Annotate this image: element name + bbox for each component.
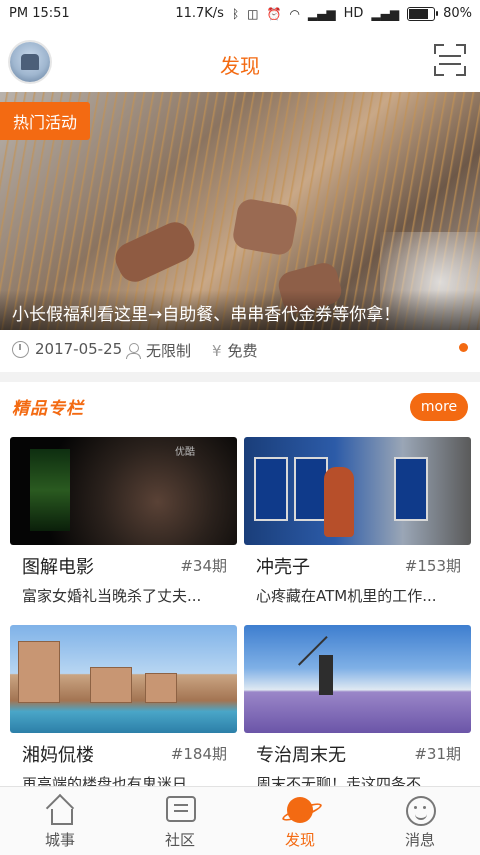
banner-caption-text: 小长假福利看这里→自助餐、串串香代金券等你拿！ <box>12 305 401 325</box>
card-title: 冲壳子 <box>256 557 310 578</box>
scan-corner <box>456 44 466 54</box>
smile-icon-part <box>414 806 417 809</box>
card-image-detail <box>90 667 132 703</box>
card-issue: #153期 <box>404 557 461 575</box>
signal-icon-2: ▂▄▆ <box>371 6 400 21</box>
column-card[interactable]: 专治周末无 #31期 周末不无聊！走这四条不... <box>244 625 471 795</box>
tab-city[interactable]: 城事 <box>0 787 120 855</box>
card-image-detail <box>394 457 428 521</box>
card-title: 湘妈侃楼 <box>22 745 94 766</box>
signal-icon: ▂▄▆ <box>307 6 336 21</box>
wifi-icon: ◠ <box>289 6 300 21</box>
tab-discover[interactable]: 发现 <box>240 787 360 855</box>
smile-icon-part <box>415 812 427 820</box>
tab-community[interactable]: 社区 <box>120 787 240 855</box>
person-icon <box>126 342 141 359</box>
banner-image-detail <box>231 197 299 257</box>
tab-label: 城事 <box>44 831 75 849</box>
scan-corner <box>434 66 444 76</box>
page-title: 发现 <box>220 54 260 78</box>
card-image-detail <box>324 467 354 537</box>
activity-price: ¥ 免费 <box>212 340 258 361</box>
column-card[interactable]: 湘妈侃楼 #184期 再高端的楼盘也有鬼迷日... <box>10 625 237 795</box>
card-description: 富家女婚礼当晚杀了丈夫... <box>22 587 202 605</box>
yen-icon: ¥ <box>212 341 222 360</box>
vibrate-icon: ◫ <box>247 6 259 21</box>
status-icons: 11.7K/s ᛒ ◫ ⏰ ◠ ▂▄▆ HD ▂▄▆ 80% <box>175 6 472 21</box>
card-issue: #31期 <box>414 745 461 763</box>
chat-icon-part <box>174 804 188 806</box>
planet-icon <box>287 797 313 823</box>
status-time: PM 15:51 <box>9 6 70 21</box>
activity-date-text: 2017-05-25 <box>35 340 123 358</box>
card-image <box>244 437 471 545</box>
scan-icon[interactable] <box>434 44 466 76</box>
card-issue: #184期 <box>170 745 227 763</box>
column-card[interactable]: 冲壳子 #153期 心疼藏在ATM机里的工作... <box>244 437 471 607</box>
alarm-icon: ⏰ <box>266 6 282 21</box>
card-description: 心疼藏在ATM机里的工作... <box>256 587 437 605</box>
watermark: 优酷 <box>175 447 195 458</box>
tab-label: 消息 <box>404 831 435 849</box>
scan-corner <box>434 44 444 54</box>
card-title: 图解电影 <box>22 557 94 578</box>
banner-caption[interactable]: 小长假福利看这里→自助餐、串串香代金券等你拿！ <box>0 290 480 330</box>
scan-corner <box>456 66 466 76</box>
card-image-detail <box>298 636 356 694</box>
card-issue: #34期 <box>180 557 227 575</box>
carousel-indicator <box>459 343 468 352</box>
network-type: HD <box>343 6 364 21</box>
section-divider <box>0 372 480 382</box>
battery-icon <box>407 6 439 21</box>
card-image: 优酷 <box>10 437 237 545</box>
tab-label: 社区 <box>164 831 195 849</box>
network-speed: 11.7K/s <box>175 6 224 21</box>
card-image-detail <box>30 449 70 531</box>
column-card[interactable]: 优酷 图解电影 #34期 富家女婚礼当晚杀了丈夫... <box>10 437 237 607</box>
tab-messages[interactable]: 消息 <box>360 787 480 855</box>
scan-line <box>439 55 461 57</box>
card-image-detail <box>294 457 328 521</box>
activity-date: 2017-05-25 <box>12 340 122 358</box>
bottom-nav: 城事 社区 发现 消息 <box>0 786 480 855</box>
card-image-detail <box>18 641 60 703</box>
card-image-detail <box>254 457 288 521</box>
battery-fill <box>409 8 429 19</box>
card-image <box>244 625 471 733</box>
card-image <box>10 625 237 733</box>
activity-limit-text: 无限制 <box>146 342 192 360</box>
card-title: 专治周末无 <box>256 745 346 766</box>
more-button[interactable]: more <box>410 393 468 421</box>
chat-icon-part <box>174 810 188 812</box>
clock-icon <box>12 340 29 358</box>
tab-label: 发现 <box>284 831 315 849</box>
home-icon <box>45 793 75 825</box>
bluetooth-icon: ᛒ <box>231 6 240 21</box>
smile-icon-part <box>423 806 426 809</box>
card-image-detail <box>145 673 177 703</box>
section-title: 精品专栏 <box>12 399 84 419</box>
smile-icon <box>406 796 436 826</box>
activity-price-text: 免费 <box>227 342 258 360</box>
chat-icon <box>166 796 196 822</box>
scan-line <box>439 63 461 65</box>
hot-activity-tag: 热门活动 <box>0 102 91 140</box>
activity-meta: 2017-05-25 无限制 ¥ 免费 <box>0 338 480 362</box>
activity-limit: 无限制 <box>126 340 191 361</box>
status-bar: PM 15:51 11.7K/s ᛒ ◫ ⏰ ◠ ▂▄▆ HD ▂▄▆ 80% <box>0 0 480 28</box>
home-icon-part <box>51 809 73 825</box>
battery-percent: 80% <box>443 6 472 21</box>
